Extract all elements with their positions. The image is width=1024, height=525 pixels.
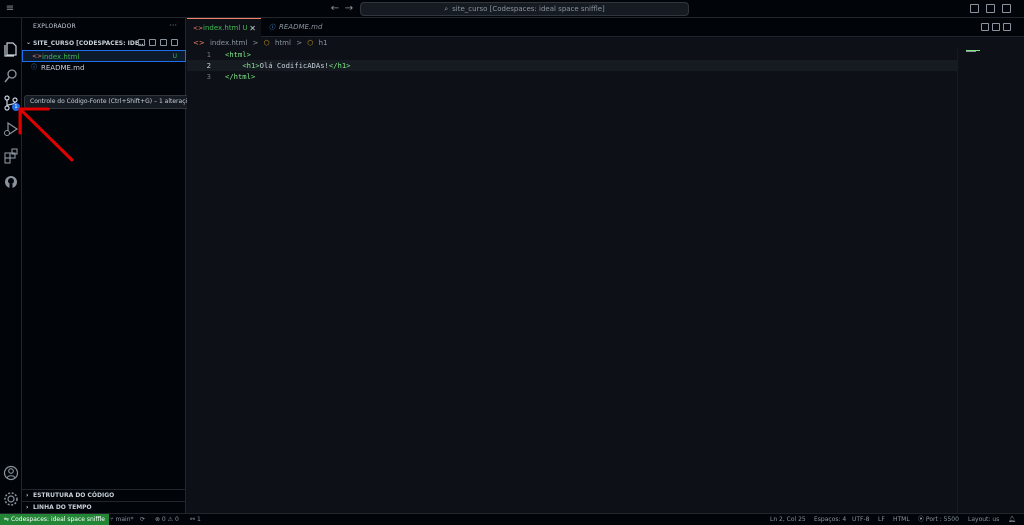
remote-indicator[interactable]: ⇋ Codespaces: ideal space sniffle [0,514,109,525]
tag-open: <html> [225,50,251,59]
code-editor[interactable]: 1 <html> 2 <h1>Olá CodificADAs!</h1> 3 <… [187,49,1024,513]
explorer-icon[interactable] [2,40,20,58]
editor-tabs: <> index.html U ✕ ⓘ README.md [187,18,1024,37]
encoding[interactable]: UTF-8 [852,514,870,525]
language-mode[interactable]: HTML [893,514,910,525]
tag-close: </h1> [328,61,351,70]
remote-label: Codespaces: ideal space sniffle [10,516,105,523]
tag-open: </html> [225,72,256,81]
chevron-right-icon: › [26,504,29,511]
code-line[interactable]: 1 <html> [187,49,957,60]
line-number: 1 [206,50,211,59]
cursor-position[interactable]: Ln 2, Col 25 [770,514,806,525]
sync-icon[interactable]: ⟳ [140,514,145,525]
sidebar-title: EXPLORADOR [33,23,76,30]
more-actions-icon[interactable] [1003,23,1011,31]
timeline-label: LINHA DO TEMPO [33,504,92,511]
github-icon[interactable] [2,173,20,191]
search-icon: ⌕ [444,5,449,13]
editor-actions [978,23,1016,33]
open-changes-icon[interactable] [981,23,989,31]
toggle-sidebar-icon[interactable] [970,4,979,13]
command-center-search[interactable]: ⌕ site_curso [Codespaces: ideal space sni… [360,2,689,16]
toggle-panel-icon[interactable] [986,4,995,13]
file-item-readme-md[interactable]: ⓘ README.md [22,62,186,74]
minimap[interactable] [957,49,1023,513]
minimap-line [966,51,976,52]
outline-label: ESTRUTURA DO CÓDIGO [33,492,115,499]
tab-label: README.md [279,23,323,31]
live-server-port[interactable]: ⦿ Port : 5500 [918,514,959,525]
breadcrumb-file[interactable]: index.html [210,39,247,47]
breadcrumb: <> index.html > ⬡ html > ⬡ h1 [187,38,1024,49]
extensions-icon[interactable] [2,147,20,165]
title-bar: ≡ ← → ⌕ site_curso [Codespaces: ideal spa… [0,0,1024,18]
tab-index-html[interactable]: <> index.html U ✕ [187,18,261,37]
ports-indicator[interactable]: ⚯ 1 [190,514,201,525]
chevron-down-icon: ⌄ [26,39,32,46]
settings-gear-icon[interactable] [2,490,20,508]
account-icon[interactable] [2,464,20,482]
html-file-icon: <> [193,39,205,47]
tab-readme-md[interactable]: ⓘ README.md [263,18,331,37]
explorer-sidebar: EXPLORADOR ··· ⌄ SITE_CURSO [CODESPACES:… [22,18,186,513]
new-file-icon[interactable] [138,39,145,46]
collapse-all-icon[interactable] [171,39,178,46]
port-label: Port : 5500 [925,516,959,523]
ports-count: 1 [196,516,201,523]
workspace-folder-name: SITE_CURSO [CODESPACES: IDE... [33,40,146,47]
breadcrumb-h1[interactable]: h1 [319,39,328,47]
close-icon[interactable]: ✕ [249,19,256,38]
source-control-icon[interactable]: 1 [2,94,20,112]
symbol-icon: ⬡ [307,39,314,47]
branch-name: main* [115,516,134,523]
file-name: README.md [41,64,85,72]
hamburger-menu-icon[interactable]: ≡ [4,3,16,15]
text-content: Olá CodificADAs! [259,61,329,70]
outline-section[interactable]: › ESTRUTURA DO CÓDIGO [22,489,186,501]
search-icon[interactable] [2,67,20,85]
symbol-icon: ⬡ [263,39,270,47]
tab-label: index.html U [203,24,248,32]
keyboard-layout[interactable]: Layout: us [968,514,999,525]
broadcast-icon: ⦿ [918,516,926,523]
code-line[interactable]: 3 </html> [187,71,957,82]
line-number: 2 [206,61,211,70]
line-number: 3 [206,72,211,81]
notifications-bell-icon[interactable]: 🔔︎ [1008,514,1016,525]
ports-icon: ⚯ [190,516,197,523]
info-file-icon: ⓘ [31,64,38,71]
back-arrow-icon[interactable]: ← [329,2,341,16]
source-control-badge: 1 [12,103,20,111]
info-file-icon: ⓘ [269,24,276,31]
forward-arrow-icon[interactable]: → [343,2,355,16]
breadcrumb-html[interactable]: html [275,39,291,47]
problems-indicator[interactable]: ⊗ 0 ⚠ 0 [155,514,179,525]
status-bar: ⇋ Codespaces: ideal space sniffle ⑂ main… [0,513,1024,525]
command-center-label: site_curso [Codespaces: ideal space snif… [452,5,605,13]
line-ending[interactable]: LF [878,514,885,525]
split-editor-icon[interactable] [992,23,1000,31]
refresh-icon[interactable] [160,39,167,46]
activity-bar: 1 [0,18,22,513]
new-folder-icon[interactable] [149,39,156,46]
tag-open: <h1> [242,61,260,70]
code-line-current[interactable]: 2 <h1>Olá CodificADAs!</h1> [187,60,957,71]
more-actions-icon[interactable]: ··· [169,21,177,30]
run-debug-icon[interactable] [2,120,20,138]
indentation[interactable]: Espaços: 4 [814,514,846,525]
file-item-index-html[interactable]: <> index.html U [22,50,186,62]
timeline-section[interactable]: › LINHA DO TEMPO [22,501,186,513]
folder-toolbar [134,39,182,49]
workspace-folder-header[interactable]: ⌄ SITE_CURSO [CODESPACES: IDE... [22,38,186,50]
branch-indicator[interactable]: ⑂ main* [110,514,134,525]
toggle-secondary-sidebar-icon[interactable] [1002,4,1011,13]
html-file-icon: <> [193,25,204,32]
breadcrumb-separator: > [252,39,259,47]
breadcrumb-separator: > [296,39,303,47]
chevron-right-icon: › [26,492,29,499]
